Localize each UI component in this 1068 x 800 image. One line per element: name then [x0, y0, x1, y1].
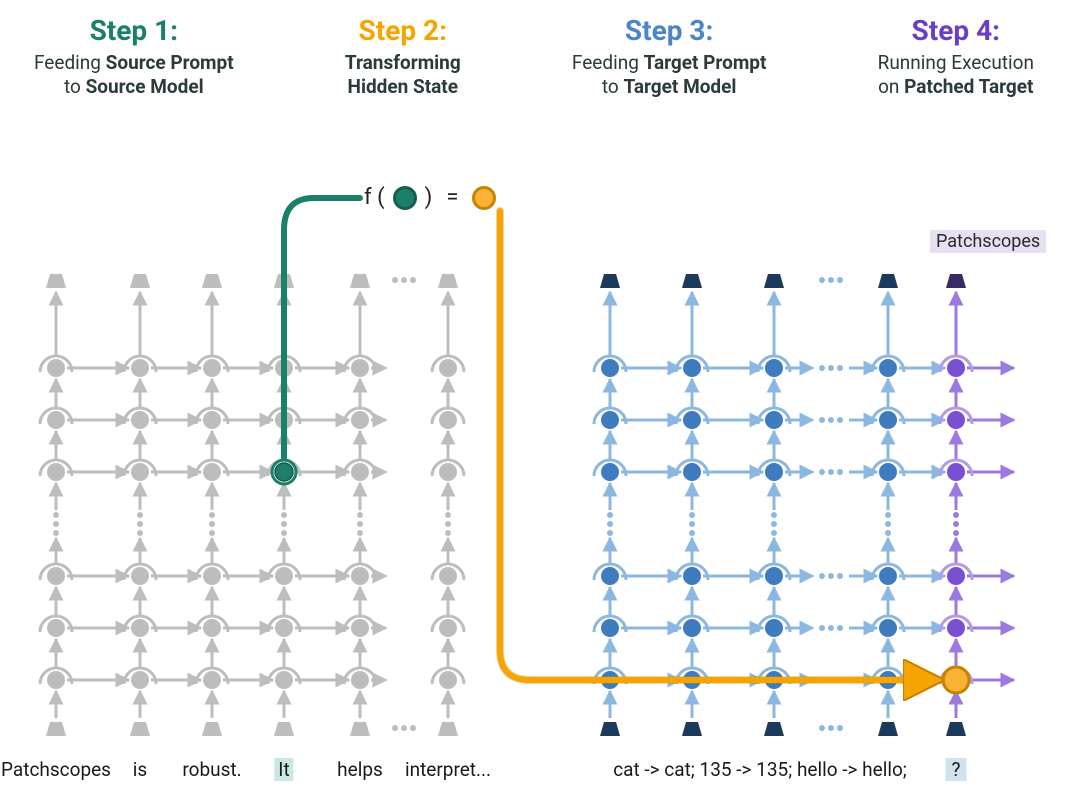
step-1: Step 1: Feeding Source Prompt to Source …	[34, 14, 234, 99]
diagram-svg	[0, 120, 1068, 760]
tgt-tokens-prefix: cat -> cat; 135 -> 135; hello -> hello;	[613, 758, 907, 781]
step-1-title: Step 1:	[34, 14, 234, 47]
step-2-title: Step 2:	[345, 14, 461, 47]
tgt-token-patched: ?	[946, 758, 967, 781]
step-headers: Step 1: Feeding Source Prompt to Source …	[0, 14, 1068, 99]
step-4-sub: Running Execution on Patched Target	[878, 51, 1034, 99]
step-1-sub: Feeding Source Prompt to Source Model	[34, 51, 234, 99]
step-3-title: Step 3:	[572, 14, 766, 47]
src-token-1: is	[133, 758, 147, 781]
src-token-4: helps	[337, 758, 383, 781]
step-3-sub: Feeding Target Prompt to Target Model	[572, 51, 766, 99]
src-token-5: interpret...	[405, 758, 491, 781]
step-2-sub: Transforming Hidden State	[345, 51, 461, 99]
src-token-2: robust.	[182, 758, 241, 781]
diagram-stage	[0, 120, 1068, 760]
step-4-title: Step 4:	[878, 14, 1034, 47]
src-token-3-highlighted: It	[274, 758, 293, 781]
src-token-0: Patchscopes	[1, 758, 111, 781]
step-4: Step 4: Running Execution on Patched Tar…	[878, 14, 1034, 99]
step-2: Step 2: Transforming Hidden State	[345, 14, 461, 99]
step-3: Step 3: Feeding Target Prompt to Target …	[572, 14, 766, 99]
